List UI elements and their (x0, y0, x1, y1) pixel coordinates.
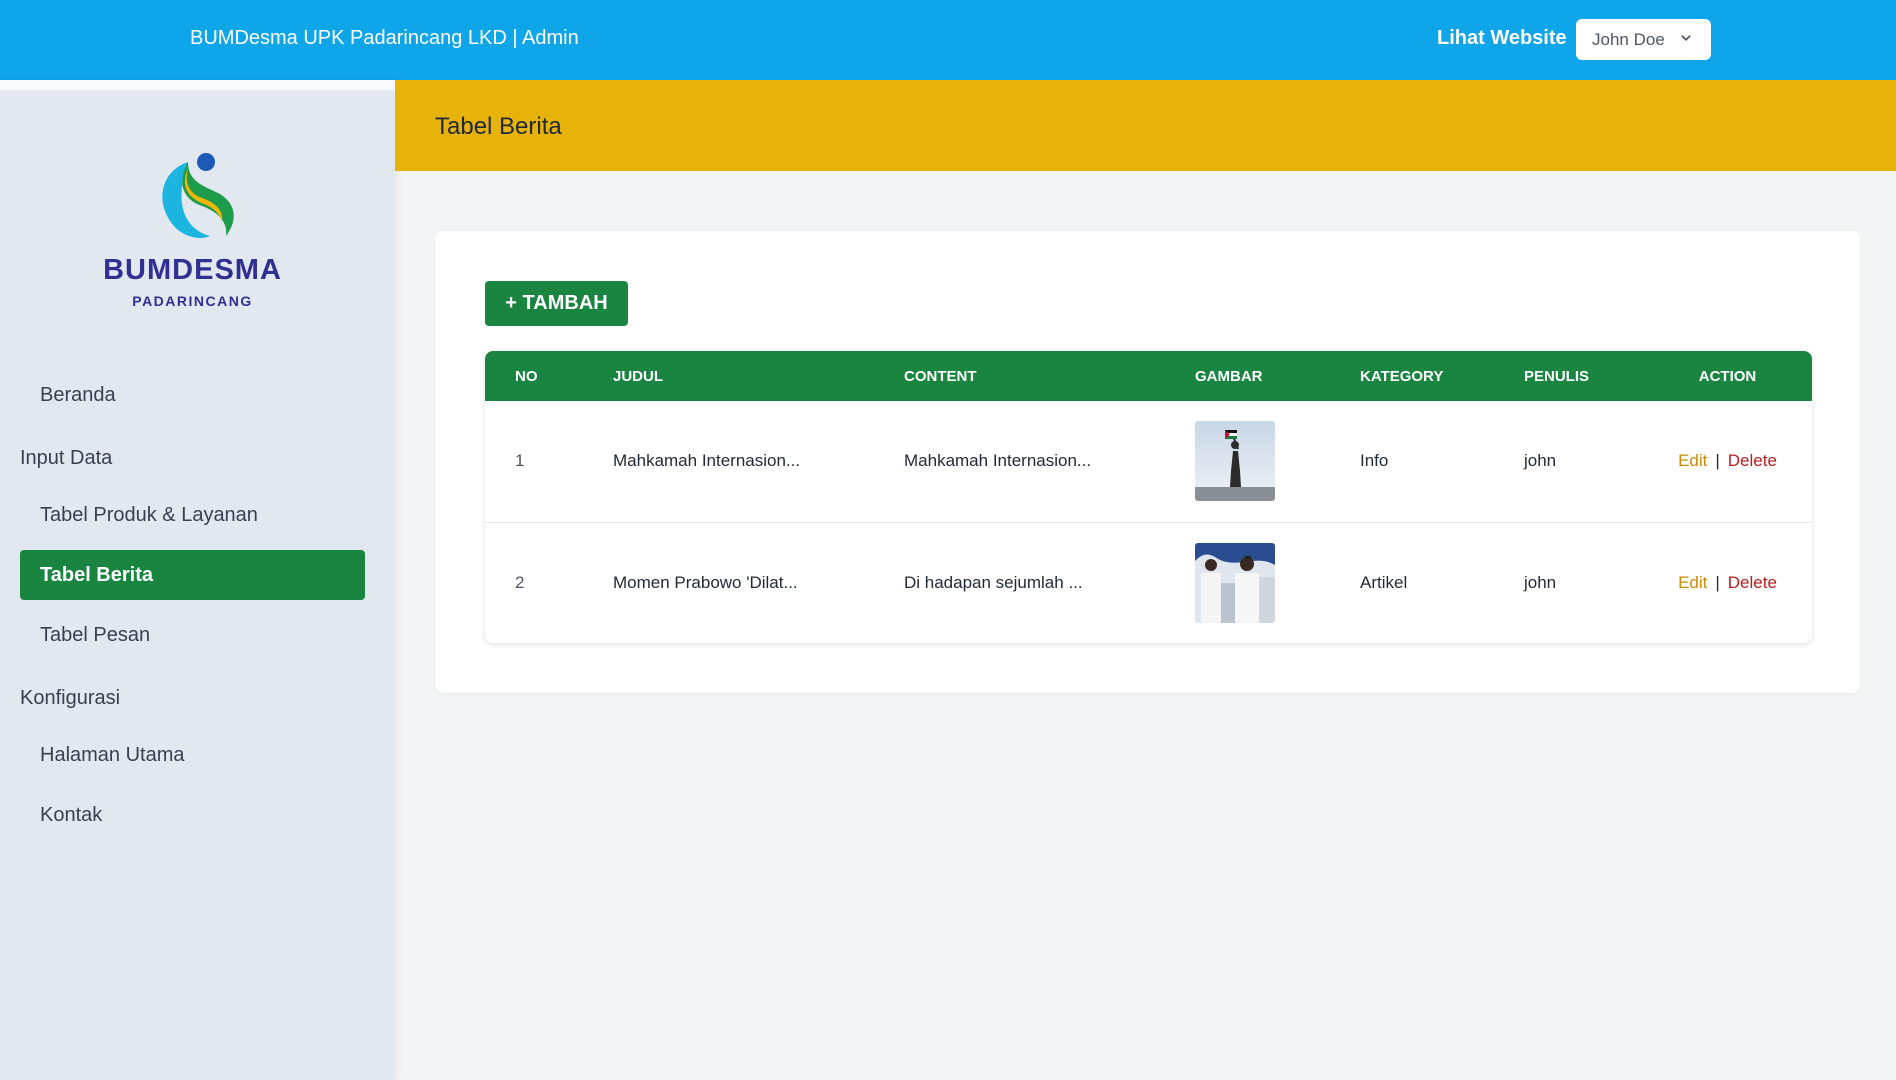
cell-judul: Momen Prabowo 'Dilat... (613, 572, 798, 592)
cell-penulis: john (1524, 572, 1557, 592)
cell-gambar (1165, 401, 1330, 522)
cell-no: 2 (515, 572, 525, 592)
cell-kategory: Artikel (1360, 572, 1408, 592)
cell-content: Di hadapan sejumlah ... (904, 572, 1083, 592)
table-header-row: NO JUDUL CONTENT GAMBAR KATEGORY PENULIS… (485, 351, 1812, 401)
news-image-thumbnail (1195, 542, 1275, 623)
column-header-judul: JUDUL (613, 367, 664, 385)
sidebar-section-konfigurasi: Konfigurasi (20, 687, 121, 709)
sidebar: BUMDESMA PADARINCANG Beranda Input Data … (0, 80, 395, 1080)
chevron-down-icon (1681, 35, 1691, 41)
sidebar-item-tabel-berita[interactable]: Tabel Berita (20, 550, 365, 600)
app-title: BUMDesma UPK Padarincang LKD | Admin (190, 27, 579, 49)
user-menu-dropdown[interactable]: John Doe (1576, 19, 1711, 60)
delete-link[interactable]: Delete (1728, 573, 1777, 592)
page-title: Tabel Berita (435, 113, 562, 140)
visit-website-link[interactable]: Lihat Website (1437, 27, 1567, 50)
table-row: 1 Mahkamah Internasion... Mahkamah Inter… (485, 401, 1812, 522)
edit-link[interactable]: Edit (1678, 573, 1707, 592)
cell-no: 1 (515, 451, 525, 471)
logo: BUMDESMA PADARINCANG (0, 150, 385, 309)
sidebar-item-tabel-pesan[interactable]: Tabel Pesan (20, 610, 365, 660)
cell-judul: Mahkamah Internasion... (613, 451, 801, 471)
table-row: 2 Momen Prabowo 'Dilat... Di hadapan sej… (485, 522, 1812, 643)
add-button[interactable]: + TAMBAH (485, 281, 628, 326)
cell-penulis: john (1524, 451, 1557, 471)
sidebar-item-beranda[interactable]: Beranda (20, 370, 365, 420)
news-image-thumbnail (1195, 421, 1275, 502)
edit-link[interactable]: Edit (1678, 451, 1707, 470)
cell-gambar (1165, 522, 1330, 643)
top-bar: BUMDesma UPK Padarincang LKD | Admin Lih… (0, 0, 1896, 80)
cell-action: Edit | Delete (1643, 401, 1812, 522)
logo-title: BUMDESMA (103, 254, 282, 286)
page-header: Tabel Berita (395, 80, 1896, 171)
column-header-no: NO (515, 367, 538, 385)
logo-subtitle: PADARINCANG (132, 293, 253, 309)
column-header-content: CONTENT (904, 367, 977, 385)
action-separator: | (1715, 451, 1720, 471)
cell-content: Mahkamah Internasion... (904, 451, 1092, 471)
action-separator: | (1715, 572, 1720, 592)
sidebar-section-input-data: Input Data (20, 447, 113, 469)
sidebar-item-tabel-produk-layanan[interactable]: Tabel Produk & Layanan (20, 490, 365, 540)
user-name: John Doe (1592, 29, 1665, 49)
column-header-action: ACTION (1698, 367, 1757, 385)
delete-link[interactable]: Delete (1728, 451, 1777, 470)
cell-action: Edit | Delete (1643, 522, 1812, 643)
sidebar-item-kontak[interactable]: Kontak (20, 790, 365, 840)
content-card: + TAMBAH NO JUDUL CONTENT GAMBAR KATEGOR… (435, 231, 1860, 693)
cell-kategory: Info (1360, 451, 1389, 471)
news-table: NO JUDUL CONTENT GAMBAR KATEGORY PENULIS… (485, 351, 1812, 643)
sidebar-item-halaman-utama[interactable]: Halaman Utama (20, 730, 365, 780)
bumdesma-logo-icon (161, 153, 234, 238)
column-header-kategory: KATEGORY (1360, 367, 1444, 385)
column-header-gambar: GAMBAR (1195, 367, 1263, 385)
column-header-penulis: PENULIS (1524, 367, 1590, 385)
